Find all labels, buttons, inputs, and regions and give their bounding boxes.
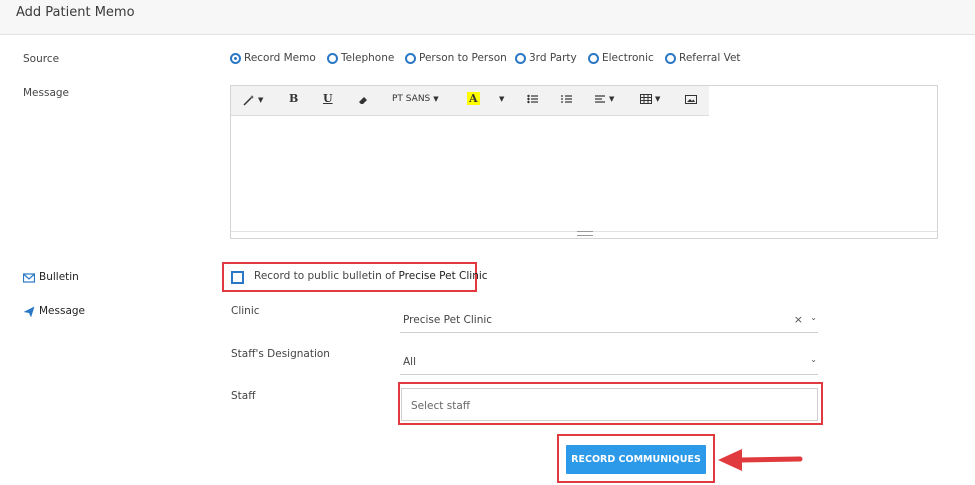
designation-select[interactable]: All ⌄ (400, 350, 818, 375)
clinic-select[interactable]: Precise Pet Clinic × ⌄ (400, 308, 818, 333)
eraser-icon[interactable] (358, 95, 368, 105)
record-communiques-button[interactable]: RECORD COMMUNIQUES (566, 445, 706, 474)
radio-3rd-party[interactable]: 3rd Party (515, 52, 577, 64)
modal-header: Add Patient Memo (0, 0, 975, 35)
clinic-select-value: Precise Pet Clinic (403, 314, 493, 326)
radio-icon (405, 52, 416, 64)
staff-label: Staff (231, 390, 256, 402)
page-title: Add Patient Memo (16, 5, 135, 20)
envelope-icon (23, 273, 35, 283)
font-family-dropdown[interactable]: PT SANS ▼ (392, 94, 439, 104)
radio-telephone[interactable]: Telephone (327, 52, 394, 64)
chevron-down-icon[interactable]: ⌄ (810, 313, 817, 322)
radio-icon (327, 52, 338, 64)
color-dropdown-icon[interactable]: ▼ (499, 95, 504, 103)
radio-electronic[interactable]: Electronic (588, 52, 654, 64)
editor-toolbar: ▼ B U PT SANS ▼ A ▼ ▼ ▼ (231, 86, 709, 116)
resize-handle-icon[interactable] (577, 231, 593, 236)
align-icon[interactable]: ▼ (595, 94, 614, 104)
font-name: PT SANS (392, 94, 431, 104)
staff-input[interactable]: Select staff (401, 388, 818, 421)
magic-wand-icon[interactable]: ▼ (243, 94, 263, 106)
bulletin-checkbox[interactable] (231, 271, 244, 284)
image-icon[interactable] (685, 95, 697, 104)
underline-icon[interactable]: U (323, 92, 333, 105)
ordered-list-icon[interactable] (561, 94, 572, 104)
paper-plane-icon (23, 306, 35, 318)
clinic-label: Clinic (231, 305, 260, 317)
message-label: Message (23, 87, 70, 99)
text-color-icon[interactable]: A (467, 92, 480, 105)
radio-selected-icon (230, 52, 241, 64)
arrow-pointer-icon (718, 449, 803, 471)
radio-referral-vet[interactable]: Referral Vet (665, 52, 741, 64)
radio-label: Record Memo (244, 52, 316, 64)
designation-select-value: All (403, 356, 417, 368)
radio-icon (665, 52, 676, 64)
radio-label: Telephone (341, 52, 395, 64)
radio-label: Referral Vet (679, 52, 741, 64)
radio-record-memo[interactable]: Record Memo (230, 52, 316, 64)
table-icon[interactable]: ▼ (640, 94, 660, 104)
radio-person-to-person[interactable]: Person to Person (405, 52, 507, 64)
radio-icon (515, 52, 526, 64)
clear-icon[interactable]: × (794, 313, 803, 326)
radio-icon (588, 52, 599, 64)
message-editor[interactable]: ▼ B U PT SANS ▼ A ▼ ▼ ▼ (230, 85, 938, 239)
bulletin-label: Bulletin (39, 271, 79, 283)
message-section-label: Message (39, 305, 86, 317)
bold-icon[interactable]: B (289, 92, 298, 105)
chevron-down-icon[interactable]: ⌄ (810, 355, 817, 364)
source-label: Source (23, 53, 60, 65)
radio-label: Electronic (602, 52, 654, 64)
staff-placeholder: Select staff (411, 400, 470, 412)
unordered-list-icon[interactable] (527, 94, 538, 104)
bulletin-clinic-name: Precise Pet Clinic (398, 270, 488, 282)
bulletin-checkbox-label: Record to public bulletin of Precise Pet… (254, 270, 488, 282)
radio-label: Person to Person (419, 52, 507, 64)
radio-label: 3rd Party (529, 52, 577, 64)
designation-label: Staff's Designation (231, 348, 330, 360)
